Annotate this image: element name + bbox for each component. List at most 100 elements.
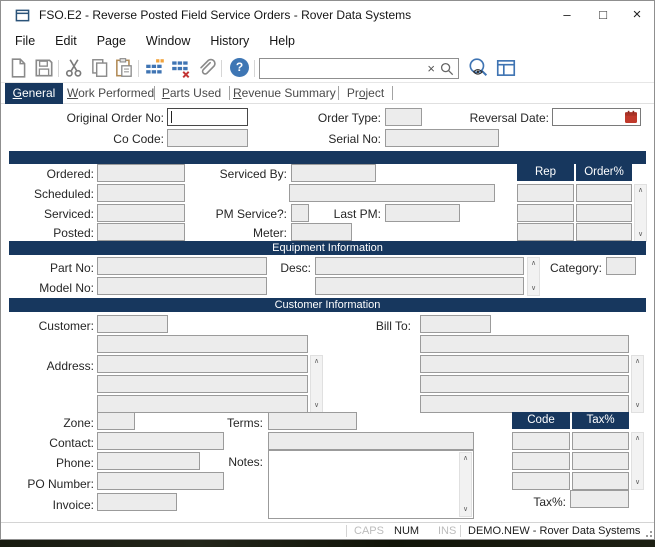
help-icon[interactable]: ? [230, 58, 249, 77]
tab-separator [338, 86, 339, 100]
search-icon[interactable] [440, 62, 454, 76]
desc-line2-input[interactable] [315, 277, 524, 295]
original-order-no-input[interactable] [167, 108, 248, 126]
tab-project[interactable]: Project [342, 83, 389, 104]
pm-service-input[interactable] [291, 204, 309, 222]
customer-address-scrollbar[interactable]: ∧ ∨ [310, 355, 323, 413]
terms-code-input[interactable] [268, 412, 357, 430]
last-pm-input[interactable] [385, 204, 460, 222]
minimize-button[interactable]: – [551, 1, 583, 29]
menu-edit[interactable]: Edit [45, 29, 87, 53]
posted-input[interactable] [97, 223, 185, 241]
menu-history[interactable]: History [200, 29, 259, 53]
menu-window[interactable]: Window [136, 29, 200, 53]
customer-address-line3-input[interactable] [97, 395, 308, 413]
tax-grid-scrollbar[interactable]: ∧ ∨ [631, 432, 644, 490]
tax-grid-cell[interactable] [512, 472, 570, 490]
delete-rows-icon[interactable] [170, 57, 192, 79]
new-document-icon[interactable] [7, 57, 29, 79]
tax-pct-input[interactable] [570, 490, 629, 508]
serviced-input[interactable] [97, 204, 185, 222]
tax-grid-cell[interactable] [512, 432, 570, 450]
po-number-input[interactable] [97, 472, 224, 490]
rep-grid-cell[interactable] [517, 204, 574, 222]
notes-textarea[interactable] [268, 450, 474, 519]
rep-grid-cell[interactable] [517, 184, 574, 202]
rep-grid-scrollbar[interactable]: ∧ ∨ [634, 184, 647, 242]
tax-grid-cell[interactable] [572, 432, 629, 450]
scroll-down-icon[interactable]: ∨ [635, 231, 646, 239]
scroll-down-icon[interactable]: ∨ [632, 479, 643, 487]
tax-grid-cell[interactable] [572, 452, 629, 470]
close-button[interactable]: × [621, 1, 653, 29]
meter-input[interactable] [291, 223, 352, 241]
bill-to-code-input[interactable] [420, 315, 491, 333]
bill-to-address-scrollbar[interactable]: ∧ ∨ [631, 355, 644, 413]
lookup-preview-icon[interactable] [467, 57, 489, 79]
rep-grid-cell[interactable] [576, 184, 632, 202]
menu-file[interactable]: File [5, 29, 45, 53]
scroll-up-icon[interactable]: ∧ [635, 187, 646, 195]
calendar-icon[interactable] [624, 110, 638, 124]
menu-page[interactable]: Page [87, 29, 136, 53]
order-type-input[interactable] [385, 108, 422, 126]
tab-general[interactable]: General [5, 83, 63, 104]
scroll-down-icon[interactable]: ∨ [311, 402, 322, 410]
serviced-by-input[interactable] [291, 164, 376, 182]
desc-line1-input[interactable] [315, 257, 524, 275]
bill-to-name-input[interactable] [420, 335, 629, 353]
notes-scrollbar[interactable]: ∧ ∨ [459, 452, 472, 517]
ordered-input[interactable] [97, 164, 185, 182]
clear-search-icon[interactable]: × [427, 60, 435, 78]
invoice-input[interactable] [97, 493, 177, 511]
co-code-input[interactable] [167, 129, 248, 147]
model-no-input[interactable] [97, 277, 267, 295]
tab-parts-used[interactable]: Parts Used [158, 83, 225, 104]
scroll-up-icon[interactable]: ∧ [632, 358, 643, 366]
customer-address-line2-input[interactable] [97, 375, 308, 393]
part-no-input[interactable] [97, 257, 267, 275]
scheduled-input[interactable] [97, 184, 185, 202]
serial-no-input[interactable] [385, 129, 499, 147]
save-icon[interactable] [33, 57, 55, 79]
rep-grid-cell[interactable] [576, 223, 632, 241]
customer-name-input[interactable] [97, 335, 308, 353]
category-input[interactable] [606, 257, 636, 275]
serviced-by-name-input[interactable] [289, 184, 495, 202]
tab-work-performed[interactable]: Work Performed [67, 83, 151, 104]
bill-to-address-line1-input[interactable] [420, 355, 629, 373]
maximize-button[interactable]: □ [587, 1, 619, 29]
scroll-up-icon[interactable]: ∧ [528, 260, 539, 268]
scroll-down-icon[interactable]: ∨ [460, 506, 471, 514]
terms-description-input[interactable] [268, 432, 474, 450]
tab-revenue-summary[interactable]: Revenue Summary [233, 83, 335, 104]
scroll-down-icon[interactable]: ∨ [528, 285, 539, 293]
bill-to-address-line3-input[interactable] [420, 395, 629, 413]
zone-input[interactable] [97, 412, 135, 430]
cut-icon[interactable] [63, 57, 85, 79]
phone-input[interactable] [97, 452, 200, 470]
window-title: FSO.E2 - Reverse Posted Field Service Or… [39, 1, 411, 29]
scroll-up-icon[interactable]: ∧ [311, 358, 322, 366]
paste-icon[interactable] [113, 57, 135, 79]
menu-help[interactable]: Help [259, 29, 305, 53]
bill-to-address-line2-input[interactable] [420, 375, 629, 393]
contact-input[interactable] [97, 432, 224, 450]
desc-scrollbar[interactable]: ∧ ∨ [527, 257, 540, 296]
last-pm-label: Last PM: [321, 205, 381, 223]
window-layout-icon[interactable] [495, 57, 517, 79]
tax-grid-cell[interactable] [572, 472, 629, 490]
resize-grip[interactable] [642, 527, 652, 537]
scroll-down-icon[interactable]: ∨ [632, 402, 643, 410]
scroll-up-icon[interactable]: ∧ [632, 435, 643, 443]
tax-grid-cell[interactable] [512, 452, 570, 470]
rep-grid-cell[interactable] [517, 223, 574, 241]
rep-grid-cell[interactable] [576, 204, 632, 222]
customer-code-input[interactable] [97, 315, 168, 333]
scroll-up-icon[interactable]: ∧ [460, 455, 471, 463]
copy-icon[interactable] [89, 57, 111, 79]
insert-rows-icon[interactable] [144, 57, 166, 79]
customer-address-line1-input[interactable] [97, 355, 308, 373]
attachment-icon[interactable] [195, 57, 217, 79]
search-input[interactable] [263, 60, 421, 77]
